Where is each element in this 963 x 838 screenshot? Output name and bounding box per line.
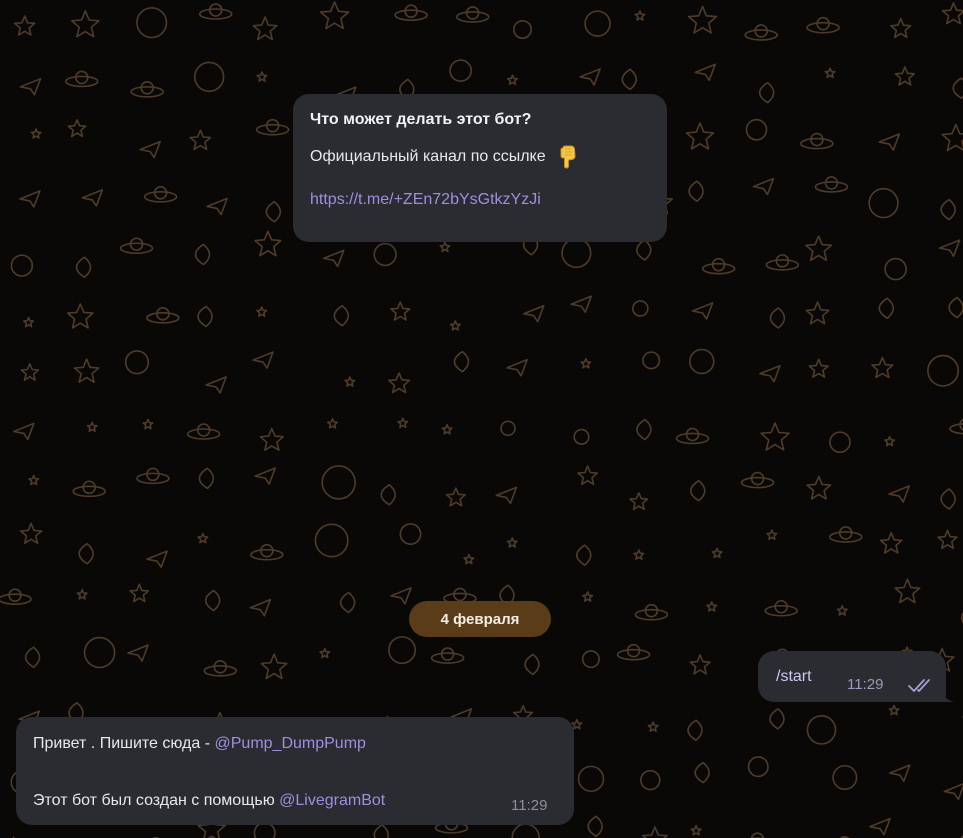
- incoming-credit-text: Этот бот был создан с помощью: [33, 792, 280, 809]
- date-separator: 4 февраля: [409, 601, 551, 637]
- incoming-message-line1: Привет . Пишите сюда - @Pump_DumpPump: [33, 734, 366, 754]
- mention-link-livegram[interactable]: @LivegramBot: [279, 792, 385, 809]
- mention-link-pump[interactable]: @Pump_DumpPump: [215, 735, 366, 752]
- outgoing-bubble-tail: [940, 685, 954, 702]
- outgoing-message[interactable]: /start 11:29: [758, 651, 946, 702]
- incoming-message[interactable]: Привет . Пишите сюда - @Pump_DumpPump Эт…: [16, 717, 574, 825]
- incoming-message-line2: Этот бот был создан с помощью @LivegramB…: [33, 791, 385, 811]
- pointing-down-hand-icon: [560, 145, 576, 169]
- incoming-message-time: 11:29: [511, 797, 548, 814]
- bot-description-card: Что может делать этот бот? Официальный к…: [293, 94, 667, 242]
- incoming-greeting-text: Привет . Пишите сюда -: [33, 735, 215, 752]
- channel-link[interactable]: https://t.me/+ZEn72bYsGtkzYzJi: [310, 190, 541, 210]
- bot-description-title: Что может делать этот бот?: [310, 111, 532, 128]
- bot-description-text: Официальный канал по ссылке: [310, 148, 546, 165]
- bot-description-text-row: Официальный канал по ссылке: [310, 145, 649, 169]
- outgoing-message-text: /start: [776, 668, 812, 685]
- outgoing-message-time: 11:29: [847, 676, 884, 693]
- double-check-icon: [908, 679, 930, 692]
